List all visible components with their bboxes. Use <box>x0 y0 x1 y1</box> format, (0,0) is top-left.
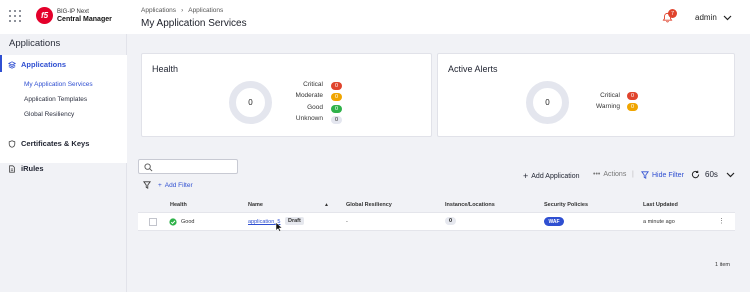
alerts-total: 0 <box>545 98 550 107</box>
item-count: 1 item <box>715 262 730 268</box>
check-circle-icon <box>169 218 177 226</box>
warning-alerts-badge: 0 <box>627 103 638 111</box>
draft-badge: Draft <box>285 217 304 225</box>
health-status: Good <box>181 219 195 225</box>
chevron-down-icon <box>723 15 732 20</box>
refresh-interval-select[interactable]: 60s <box>691 170 735 179</box>
add-filter-label: Add Filter <box>164 181 193 189</box>
instances-count-badge: 0 <box>445 217 456 225</box>
sidebar-subitem-global-resiliency[interactable]: Global Resiliency <box>24 111 74 118</box>
active-indicator <box>0 55 2 72</box>
breadcrumb: Applications › Applications <box>141 7 223 14</box>
refresh-interval-value: 60s <box>705 170 718 179</box>
health-title: Health <box>152 64 179 74</box>
column-header-last-updated[interactable]: Last Updated <box>643 202 678 208</box>
add-application-label: Add Application <box>531 172 580 180</box>
sidebar-item-label: Certificates & Keys <box>21 139 90 148</box>
column-header-health[interactable]: Health <box>170 202 187 208</box>
column-header-instance-locations[interactable]: Instance/Locations <box>445 202 495 208</box>
plus-icon: + <box>158 181 162 189</box>
alerts-donut: 0 <box>526 81 569 124</box>
legend-label-unknown: Unknown <box>295 115 323 122</box>
health-card: Health 0 Critical Moderate Good Unknown … <box>141 53 432 137</box>
column-header-name[interactable]: Name <box>248 202 263 208</box>
search-icon <box>144 163 153 172</box>
toolbar-divider: | <box>632 171 634 178</box>
column-header-global-resiliency[interactable]: Global Resiliency <box>346 202 392 208</box>
legend-label-good: Good <box>307 104 323 111</box>
refresh-icon <box>691 170 700 179</box>
hide-filter-label: Hide Filter <box>652 171 684 179</box>
table-row[interactable]: Good application_5 Draft - 0 WAF a minut… <box>138 212 735 231</box>
legend-label-critical: Critical <box>303 81 323 88</box>
more-dots-icon: ••• <box>593 171 601 178</box>
health-donut: 0 <box>229 81 272 124</box>
critical-count-badge: 0 <box>331 82 342 90</box>
sidebar-subitem-application-templates[interactable]: Application Templates <box>24 96 87 103</box>
product-name: BIG-IP Next Central Manager <box>57 8 112 24</box>
good-count-badge: 0 <box>331 105 342 113</box>
user-name: admin <box>695 13 717 22</box>
add-application-button[interactable]: + Add Application <box>523 171 580 181</box>
chevron-right-icon: › <box>181 7 184 14</box>
sidebar: Applications Applications My Application… <box>0 34 127 292</box>
sidebar-item-label: Applications <box>21 60 67 69</box>
row-menu-icon[interactable]: ⋮ <box>718 217 725 225</box>
row-checkbox[interactable] <box>149 218 157 226</box>
sidebar-item-applications[interactable]: Applications <box>8 60 66 69</box>
active-alerts-card: Active Alerts 0 Critical Warning 0 0 <box>437 53 735 137</box>
sidebar-subitem-my-application-services[interactable]: My Application Services <box>24 81 93 88</box>
sidebar-item-certificates[interactable]: Certificates & Keys <box>8 139 89 148</box>
f5-logo: f5 <box>36 7 53 24</box>
legend-label-critical: Critical <box>600 92 620 99</box>
chevron-down-icon <box>726 172 735 177</box>
legend-label-warning: Warning <box>596 103 620 110</box>
waf-policy-badge[interactable]: WAF <box>544 217 564 226</box>
top-bar: f5 BIG-IP Next Central Manager Applicati… <box>0 0 750 34</box>
mouse-cursor-icon <box>275 222 283 232</box>
column-header-security-policies[interactable]: Security Policies <box>544 202 588 208</box>
document-icon <box>9 164 15 173</box>
sidebar-item-label: iRules <box>21 164 44 173</box>
filter-icon <box>143 181 151 189</box>
shield-icon <box>8 139 16 148</box>
app-launcher-icon[interactable] <box>9 10 21 22</box>
breadcrumb-item[interactable]: Applications <box>141 7 176 14</box>
sidebar-title: Applications <box>9 38 61 49</box>
brand-line2: Central Manager <box>57 16 112 23</box>
last-updated-value: a minute ago <box>643 219 675 225</box>
actions-button[interactable]: ••• Actions <box>593 171 626 178</box>
sidebar-item-irules[interactable]: iRules <box>8 164 44 173</box>
plus-icon: + <box>523 171 529 181</box>
brand-line1: BIG-IP Next <box>57 9 89 15</box>
alerts-title: Active Alerts <box>448 64 498 74</box>
actions-label: Actions <box>603 171 627 178</box>
layers-icon <box>8 60 16 69</box>
health-total: 0 <box>248 98 253 107</box>
user-menu[interactable]: admin <box>695 13 732 22</box>
search-input[interactable] <box>138 159 238 174</box>
filter-icon <box>641 171 649 179</box>
add-filter-button[interactable]: + Add Filter <box>143 181 193 189</box>
global-resiliency-value: - <box>346 219 348 225</box>
sort-icon[interactable]: ▲ <box>324 202 329 208</box>
legend-label-moderate: Moderate <box>295 92 323 99</box>
critical-alerts-badge: 0 <box>627 92 638 100</box>
moderate-count-badge: 0 <box>331 93 342 101</box>
hide-filter-button[interactable]: Hide Filter <box>641 171 684 179</box>
applications-table: Health Name ▲ Global Resiliency Instance… <box>138 198 735 232</box>
unknown-count-badge: 0 <box>331 116 342 124</box>
breadcrumb-item[interactable]: Applications <box>188 7 223 14</box>
page-title: My Application Services <box>141 18 247 29</box>
notification-badge: 7 <box>668 9 677 18</box>
